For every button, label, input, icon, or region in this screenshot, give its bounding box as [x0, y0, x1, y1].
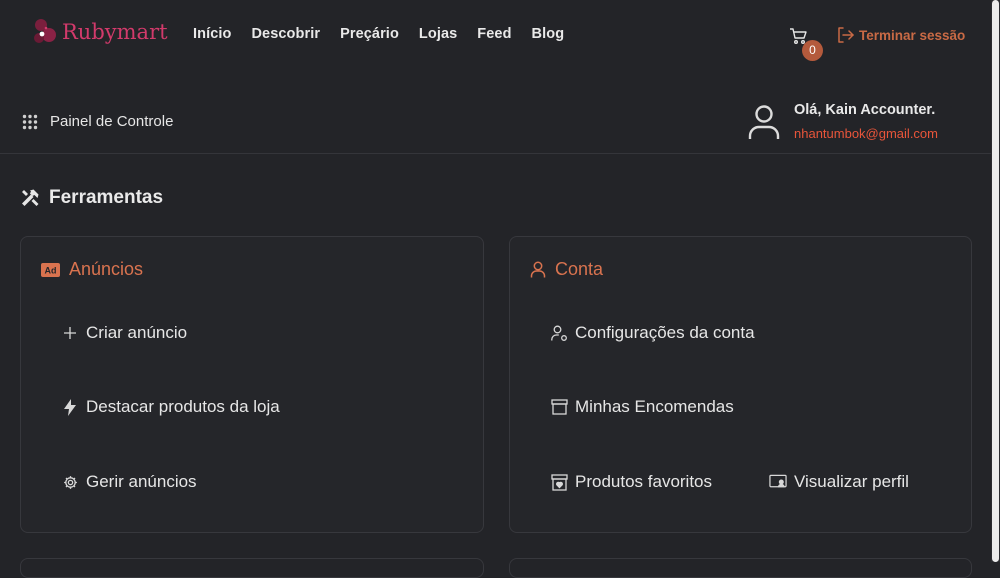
scrollbar[interactable]: [991, 0, 1000, 562]
account-card-header: Conta: [530, 259, 603, 280]
ads-card-title: Anúncios: [69, 259, 144, 279]
tools-heading: Ferramentas: [20, 187, 163, 209]
account-settings-link[interactable]: Configurações da conta: [550, 323, 755, 343]
ads-card: Ad Anúncios Criar anúncio Destacar produ…: [20, 236, 484, 533]
favorite-products-label: Produtos favoritos: [575, 472, 713, 491]
gear-icon: [61, 475, 79, 490]
highlight-products-label: Destacar produtos da loja: [86, 397, 280, 416]
dashboard-link[interactable]: Painel de Controle: [22, 113, 173, 130]
brand-name: Rubymart: [62, 20, 168, 44]
nav-link-descobrir[interactable]: Descobrir: [251, 26, 320, 42]
dashboard-label: Painel de Controle: [50, 113, 174, 130]
my-orders-link[interactable]: Minhas Encomendas: [550, 397, 734, 417]
favorite-products-link[interactable]: Produtos favoritos: [550, 472, 712, 492]
ad-icon: Ad: [41, 262, 60, 277]
logout-label: Terminar sessão: [859, 27, 966, 43]
lightning-icon: [61, 398, 79, 416]
main-nav: Início Descobrir Preçário Lojas Feed Blo…: [193, 26, 584, 42]
highlight-products-link[interactable]: Destacar produtos da loja: [61, 397, 280, 417]
manage-ads-link[interactable]: Gerir anúncios: [61, 472, 197, 492]
cart-count-badge: 0: [802, 40, 823, 61]
svg-text:Ad: Ad: [45, 265, 57, 275]
user-email: nhantumbok@gmail.com: [794, 126, 938, 141]
account-settings-label: Configurações da conta: [575, 323, 755, 342]
nav-link-blog[interactable]: Blog: [532, 26, 565, 42]
scrollbar-thumb[interactable]: [992, 0, 999, 562]
create-ad-link[interactable]: Criar anúncio: [61, 323, 187, 343]
next-card-right: [509, 558, 972, 578]
ruby-logo-icon: [34, 19, 56, 43]
heart-box-icon: [550, 473, 568, 491]
view-profile-label: Visualizar perfil: [794, 472, 909, 491]
manage-ads-label: Gerir anúncios: [86, 472, 197, 491]
tools-icon: [22, 189, 39, 206]
user-avatar-icon: [748, 105, 780, 139]
nav-link-inicio[interactable]: Início: [193, 26, 231, 42]
account-card-title: Conta: [555, 259, 604, 279]
brand-logo[interactable]: Rubymart: [30, 16, 168, 48]
create-ad-label: Criar anúncio: [86, 323, 188, 342]
ads-card-header: Ad Anúncios: [41, 259, 143, 280]
view-profile-link[interactable]: Visualizar perfil: [769, 472, 909, 492]
logout-button[interactable]: Terminar sessão: [836, 26, 965, 44]
plus-icon: [61, 327, 79, 339]
tools-title: Ferramentas: [49, 187, 164, 208]
nav-link-feed[interactable]: Feed: [477, 26, 511, 42]
account-card: Conta Configurações da conta Minhas Enco…: [509, 236, 972, 533]
nav-link-precario[interactable]: Preçário: [340, 26, 399, 42]
profile-screen-icon: [769, 474, 787, 490]
nav-link-lojas[interactable]: Lojas: [419, 26, 457, 42]
grid-icon: [22, 114, 38, 129]
next-card-left: [20, 558, 484, 578]
user-icon: [530, 261, 546, 278]
logout-icon: [838, 27, 854, 43]
user-settings-icon: [550, 325, 568, 342]
user-greeting: Olá, Kain Accounter.: [794, 102, 936, 118]
navbar: Rubymart Início Descobrir Preçário Lojas…: [0, 0, 991, 72]
box-icon: [550, 399, 568, 415]
my-orders-label: Minhas Encomendas: [575, 397, 734, 416]
dashboard-bar: Painel de Controle Olá, Kain Accounter. …: [0, 88, 991, 154]
